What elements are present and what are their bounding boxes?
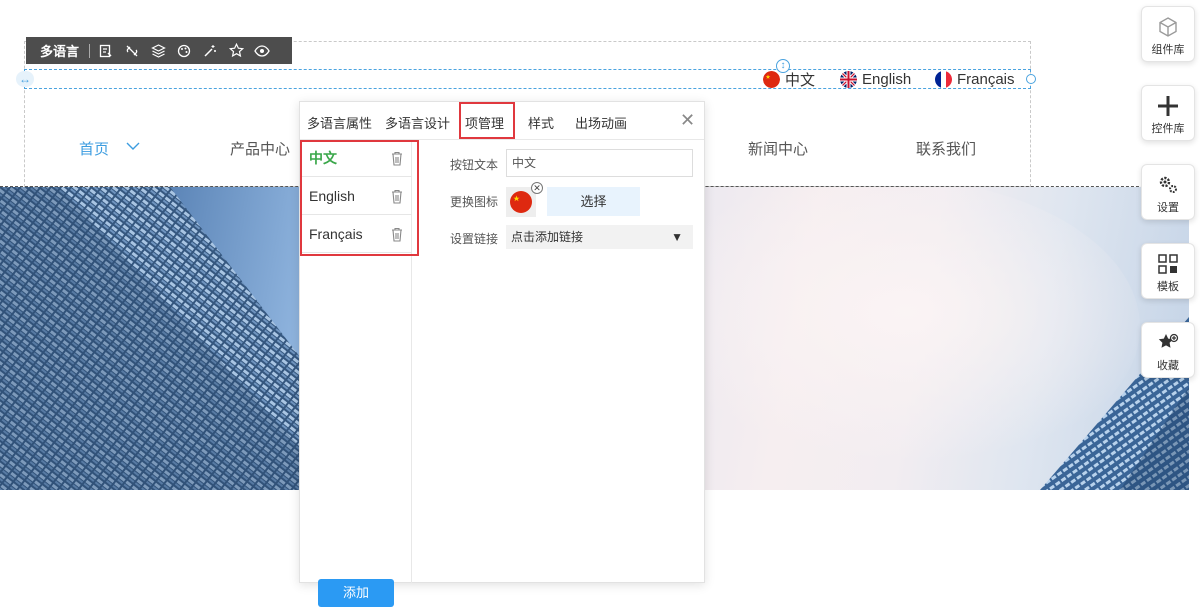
nav-item-news[interactable]: 新闻中心 — [748, 138, 808, 159]
china-flag-icon — [510, 191, 532, 213]
plus-icon — [1156, 94, 1180, 118]
eye-icon[interactable] — [252, 41, 272, 61]
dropdown-arrow-icon: ▼ — [671, 230, 683, 244]
tab-style[interactable]: 样式 — [528, 113, 554, 132]
link-select-value: 点击添加链接 — [511, 230, 584, 244]
close-icon[interactable]: ✕ — [680, 110, 695, 131]
side-tool-label: 控件库 — [1151, 123, 1185, 135]
favorites-button[interactable]: 收藏 — [1141, 322, 1195, 378]
palette-icon[interactable] — [174, 41, 194, 61]
list-highlight-box — [300, 140, 419, 256]
lang-switch-label: 中文 — [785, 71, 816, 89]
resize-handle[interactable] — [1026, 74, 1036, 84]
gears-icon — [1156, 173, 1180, 197]
add-item-button[interactable]: 添加 — [318, 579, 394, 607]
link-off-icon[interactable] — [122, 41, 142, 61]
star-add-icon — [1156, 331, 1180, 355]
horizontal-resize-handle-icon[interactable]: ↔ — [16, 71, 34, 87]
component-toolbar: 多语言 — [26, 37, 292, 64]
remove-icon[interactable]: ✕ — [531, 182, 543, 194]
tab-multilang-properties[interactable]: 多语言属性 — [307, 113, 372, 132]
button-text-input[interactable]: 中文 — [506, 149, 693, 177]
component-library-button[interactable]: 组件库 — [1141, 6, 1195, 62]
france-flag-icon — [935, 70, 952, 88]
nav-item-contact[interactable]: 联系我们 — [916, 138, 976, 159]
nav-item-products[interactable]: 产品中心 — [230, 138, 290, 159]
chevron-down-icon[interactable] — [126, 140, 140, 154]
lang-switch-french[interactable]: Français — [935, 69, 1015, 89]
icon-label: 更换图标 — [450, 195, 499, 209]
multilang-property-panel: 多语言属性 多语言设计 项管理 样式 出场动画 ✕ 中文 English Fra… — [299, 101, 705, 607]
link-select[interactable]: 点击添加链接 ▼ — [506, 225, 693, 249]
button-text-label: 按钮文本 — [450, 158, 499, 172]
lang-switch-chinese[interactable]: 中文 — [763, 69, 815, 89]
uk-flag-icon — [840, 70, 857, 88]
template-button[interactable]: 模板 — [1141, 243, 1195, 299]
tab-highlight-box — [459, 102, 515, 139]
edit-icon[interactable] — [96, 41, 116, 61]
side-tool-label: 收藏 — [1157, 360, 1179, 372]
nav-item-home[interactable]: 首页 — [79, 138, 109, 159]
toolbar-divider — [89, 43, 91, 58]
toolbar-title: 多语言 — [40, 44, 80, 59]
panel-tabs: 多语言属性 多语言设计 项管理 样式 出场动画 ✕ — [300, 102, 704, 140]
side-tool-label: 设置 — [1157, 202, 1179, 214]
layers-icon[interactable] — [148, 41, 168, 61]
side-tool-label: 模板 — [1157, 281, 1179, 293]
lang-switch-label: Français — [957, 70, 1015, 88]
tab-entrance-animation[interactable]: 出场动画 — [575, 113, 627, 132]
widget-library-button[interactable]: 控件库 — [1141, 85, 1195, 141]
tab-multilang-design[interactable]: 多语言设计 — [385, 113, 450, 132]
settings-button[interactable]: 设置 — [1141, 164, 1195, 220]
magic-wand-icon[interactable] — [200, 41, 220, 61]
grid-icon — [1156, 252, 1180, 276]
cube-icon — [1156, 15, 1180, 39]
lang-switch-label: English — [862, 70, 912, 88]
choose-icon-button[interactable]: 选择 — [547, 187, 640, 216]
link-label: 设置链接 — [450, 232, 499, 246]
lang-switch-english[interactable]: English — [840, 69, 911, 89]
china-flag-icon — [763, 70, 780, 88]
star-icon[interactable] — [226, 41, 246, 61]
side-tool-label: 组件库 — [1151, 44, 1185, 56]
